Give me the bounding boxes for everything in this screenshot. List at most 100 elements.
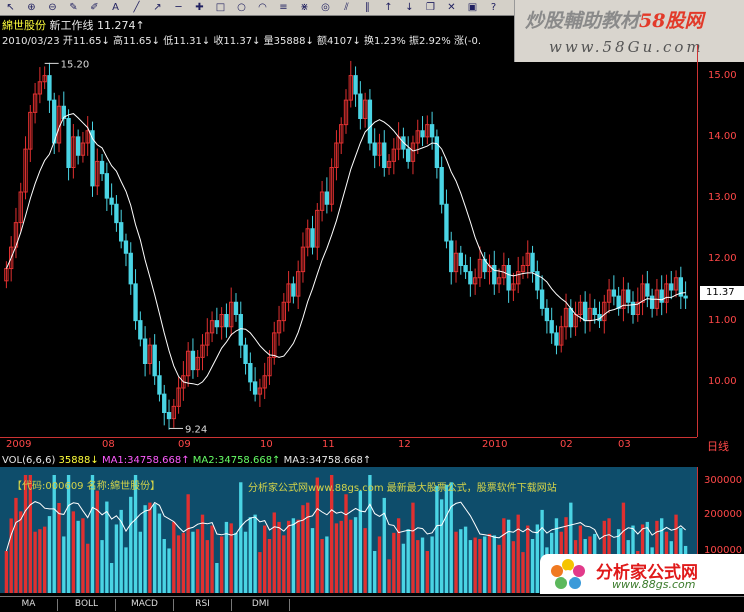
line-icon[interactable]: ╱ bbox=[130, 1, 143, 14]
parallel-icon[interactable]: ∥ bbox=[361, 1, 374, 14]
cycle-icon[interactable]: ◎ bbox=[319, 1, 332, 14]
brush-icon[interactable]: ✐ bbox=[88, 1, 101, 14]
volume-bar bbox=[454, 531, 458, 593]
copy-icon[interactable]: ❐ bbox=[424, 1, 437, 14]
volume-bar bbox=[210, 525, 214, 593]
price-tick: 15.00 bbox=[708, 69, 737, 81]
ellipse-icon[interactable]: ○ bbox=[235, 1, 248, 14]
vol-ma1: MA1:34758.668↑ bbox=[101, 455, 190, 466]
candle-body bbox=[554, 332, 559, 346]
candle-body bbox=[568, 307, 573, 328]
zoom-in-icon[interactable]: ⊕ bbox=[25, 1, 38, 14]
arrow-icon[interactable]: ↖ bbox=[4, 1, 17, 14]
volume-bar bbox=[239, 482, 243, 593]
volume-bar bbox=[19, 511, 23, 593]
volume-bar bbox=[200, 514, 205, 593]
volume-bar bbox=[81, 518, 85, 593]
volume-bar bbox=[425, 551, 429, 593]
candle-body bbox=[353, 75, 358, 95]
vol-label: VOL(6,6,6) bbox=[2, 455, 56, 466]
period-label[interactable]: 日线 bbox=[707, 438, 729, 454]
volume-bar bbox=[406, 529, 410, 593]
candle-body bbox=[358, 93, 363, 119]
price-tick: 11.00 bbox=[708, 314, 737, 326]
candle-body bbox=[506, 265, 511, 291]
volume-bar bbox=[463, 526, 468, 593]
tab-rsi[interactable]: RSI bbox=[174, 599, 232, 611]
volume-bar bbox=[105, 501, 109, 593]
volume-bar bbox=[526, 525, 530, 593]
box-icon[interactable]: □ bbox=[214, 1, 227, 14]
volume-bar bbox=[277, 521, 281, 593]
volume-bar bbox=[492, 535, 496, 593]
volume-bar bbox=[90, 475, 95, 593]
candle-body bbox=[626, 289, 631, 303]
erase-icon[interactable]: ✕ bbox=[445, 1, 458, 14]
volume-bar bbox=[502, 518, 506, 593]
vol-ma2: MA2:34758.668↑ bbox=[192, 455, 281, 466]
date-tick: 09 bbox=[178, 439, 191, 450]
candle-body bbox=[99, 160, 105, 175]
candle-body bbox=[468, 271, 473, 285]
segment-icon[interactable]: ─ bbox=[172, 1, 185, 14]
volume-bar bbox=[152, 504, 157, 593]
candle-body bbox=[382, 142, 387, 168]
volume-bar bbox=[459, 529, 463, 593]
candle-body bbox=[123, 240, 129, 254]
candle-body bbox=[138, 320, 143, 340]
volume-bar bbox=[263, 525, 267, 593]
text-icon[interactable]: A bbox=[109, 1, 122, 14]
volume-indicator-line: VOL(6,6,6) 35888↓ MA1:34758.668↑ MA2:347… bbox=[2, 455, 371, 466]
volume-bar bbox=[315, 477, 319, 593]
indicator-tabs: MA BOLL MACD RSI DMI bbox=[0, 596, 744, 612]
volume-bar bbox=[215, 563, 219, 593]
tab-macd[interactable]: MACD bbox=[116, 599, 174, 611]
volume-bar bbox=[191, 531, 195, 593]
stock-name: 綿世股份 bbox=[2, 19, 46, 32]
candle-body bbox=[238, 314, 243, 346]
site-logo: 分析家公式网 www.88gs.com bbox=[540, 554, 744, 594]
volume-bar bbox=[483, 536, 487, 593]
tab-ma[interactable]: MA bbox=[0, 599, 58, 611]
volume-bar bbox=[167, 548, 171, 593]
volume-bar bbox=[396, 518, 401, 593]
candle-body bbox=[75, 136, 81, 156]
volume-bar bbox=[344, 494, 348, 593]
candle-body bbox=[372, 142, 377, 156]
candle-body bbox=[47, 75, 52, 101]
arc-icon[interactable]: ◠ bbox=[256, 1, 269, 14]
volume-bar bbox=[133, 475, 138, 593]
volume-bar bbox=[535, 524, 540, 593]
volume-bar bbox=[109, 563, 114, 593]
volume-bar bbox=[95, 490, 99, 593]
candle-body bbox=[611, 289, 617, 297]
channel-icon[interactable]: ⫽ bbox=[340, 1, 353, 14]
cross-icon[interactable]: ✚ bbox=[193, 1, 206, 14]
volume-bar bbox=[291, 518, 296, 593]
volume-bar bbox=[76, 520, 80, 593]
candle-body bbox=[243, 344, 248, 364]
down-arrow-icon[interactable]: ↓ bbox=[403, 1, 416, 14]
volume-bar bbox=[38, 529, 42, 593]
volume-bar bbox=[181, 532, 186, 593]
save-icon[interactable]: ▣ bbox=[466, 1, 479, 14]
stock-code-label: 【代码:000609 名称:綿世股份】 bbox=[12, 481, 161, 492]
pencil-icon[interactable]: ✎ bbox=[67, 1, 80, 14]
candle-body bbox=[434, 136, 440, 168]
candle-body bbox=[166, 412, 172, 420]
gann-icon[interactable]: ⋇ bbox=[298, 1, 311, 14]
help-icon[interactable]: ? bbox=[487, 1, 500, 14]
tab-boll[interactable]: BOLL bbox=[58, 599, 116, 611]
volume-bar bbox=[282, 535, 286, 593]
candle-body bbox=[142, 338, 148, 364]
date-tick: 12 bbox=[398, 439, 411, 450]
ray-icon[interactable]: ↗ bbox=[151, 1, 164, 14]
date-tick: 02 bbox=[560, 439, 573, 450]
volume-bar bbox=[196, 529, 200, 593]
up-arrow-icon[interactable]: ↑ bbox=[382, 1, 395, 14]
volume-bar bbox=[86, 543, 90, 593]
candlestick-chart[interactable]: 15.20 9.24 bbox=[0, 45, 697, 437]
tab-dmi[interactable]: DMI bbox=[232, 599, 290, 611]
fib-icon[interactable]: ≡ bbox=[277, 1, 290, 14]
zoom-out-icon[interactable]: ⊖ bbox=[46, 1, 59, 14]
